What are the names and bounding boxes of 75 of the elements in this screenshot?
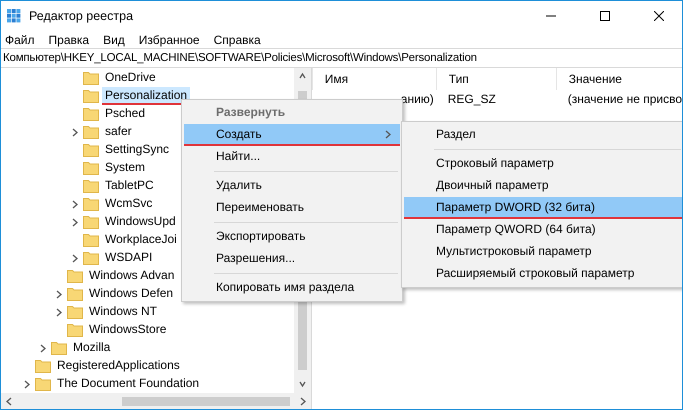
folder-icon [67, 269, 83, 283]
column-header[interactable]: Имя [312, 68, 436, 90]
tree-item[interactable]: Windows Advan [86, 267, 178, 285]
tree-item[interactable]: WSDAPI [102, 249, 156, 267]
chevron-icon[interactable] [24, 380, 30, 388]
tree-item[interactable]: OneDrive [102, 69, 159, 87]
maximize-icon [600, 11, 610, 21]
tree-item[interactable]: Windows NT [86, 303, 160, 321]
menu-item[interactable]: Параметр QWORD (64 бита) [404, 219, 682, 241]
menu-item[interactable]: Двоичный параметр [404, 175, 682, 197]
folder-icon [83, 125, 99, 139]
tree-item[interactable]: Mozilla [70, 339, 114, 357]
menu-item[interactable]: Создать [184, 124, 400, 146]
chevron-icon[interactable] [40, 344, 46, 352]
folder-icon [83, 89, 99, 103]
folder-icon [83, 197, 99, 211]
tree-item[interactable]: WorkplaceJoi [102, 231, 180, 249]
menu-item[interactable]: Переименовать [184, 197, 400, 219]
column-header[interactable]: Значение [556, 68, 682, 90]
tree-item[interactable]: Personalization [102, 87, 190, 105]
menu-item[interactable]: Копировать имя раздела [184, 277, 400, 299]
tree-item[interactable]: Psched [102, 105, 148, 123]
folder-icon [35, 359, 51, 373]
folder-icon [83, 161, 99, 175]
address-bar[interactable]: Компьютер\HKEY_LOCAL_MACHINE\SOFTWARE\Policies\Microsoft\Windows\Personalization [1, 48, 682, 68]
menu-item[interactable]: Строковый параметр [404, 153, 682, 175]
folder-icon [35, 377, 51, 391]
table-cell-text: (значение не присво [566, 92, 682, 106]
folder-icon [83, 179, 99, 193]
folder-icon [67, 287, 83, 301]
close-icon [654, 11, 664, 21]
tree-item[interactable]: safer [102, 123, 135, 141]
chevron-icon[interactable] [5, 396, 12, 406]
folder-icon [51, 341, 67, 355]
table-cell-text: анию) [400, 92, 435, 106]
tree-item[interactable]: WcmSvc [102, 195, 156, 213]
tree-item[interactable]: TabletPC [102, 177, 157, 195]
horizontal-scrollbar[interactable] [1, 393, 311, 409]
menu-item[interactable]: Расширяемый строковый параметр [404, 263, 682, 285]
chevron-icon[interactable] [72, 128, 78, 136]
window-title: Редактор реестра [29, 9, 134, 23]
tree-item[interactable]: The Document Foundation [54, 375, 202, 393]
tree-item[interactable]: RegisteredApplications [54, 357, 183, 375]
chevron-icon[interactable] [298, 72, 306, 81]
menu-item[interactable]: Раздел [404, 124, 682, 146]
folder-icon [83, 251, 99, 265]
menu-item[interactable]: Найти... [184, 146, 400, 168]
menu-item[interactable]: Экспортировать [184, 226, 400, 248]
folder-icon [83, 143, 99, 157]
folder-icon [67, 305, 83, 319]
folder-icon [83, 107, 99, 121]
menu-item[interactable]: Параметр DWORD (32 бита) [404, 197, 682, 219]
tree-item[interactable]: WindowsUpd [102, 213, 179, 231]
tree-item[interactable]: Windows Defen [86, 285, 176, 303]
menu-item[interactable]: Мультистроковый параметр [404, 241, 682, 263]
app-icon [7, 9, 21, 23]
folder-icon [83, 215, 99, 229]
menu-bar-item[interactable]: Справка [214, 32, 261, 46]
tree-item[interactable]: System [102, 159, 148, 177]
menu-bar-item[interactable]: Правка [48, 32, 90, 46]
table-cell-text: REG_SZ [446, 92, 497, 106]
menu-item[interactable]: Разрешения... [184, 248, 400, 270]
menu-item[interactable]: Удалить [184, 175, 400, 197]
menu-item[interactable]: Развернуть [184, 102, 400, 124]
chevron-icon[interactable] [385, 130, 392, 138]
folder-icon [83, 233, 99, 247]
menu-bar-item[interactable]: Вид [103, 32, 125, 46]
menu-bar-item[interactable]: Избранное [138, 32, 200, 46]
column-header[interactable]: Тип [436, 68, 556, 90]
tree-item[interactable]: SettingSync [102, 141, 172, 159]
folder-icon [83, 71, 99, 85]
chevron-icon[interactable] [72, 254, 78, 262]
folder-icon [67, 323, 83, 337]
tree-item[interactable]: WindowsStore [86, 321, 170, 339]
menu-bar-item[interactable]: Файл [5, 32, 35, 46]
